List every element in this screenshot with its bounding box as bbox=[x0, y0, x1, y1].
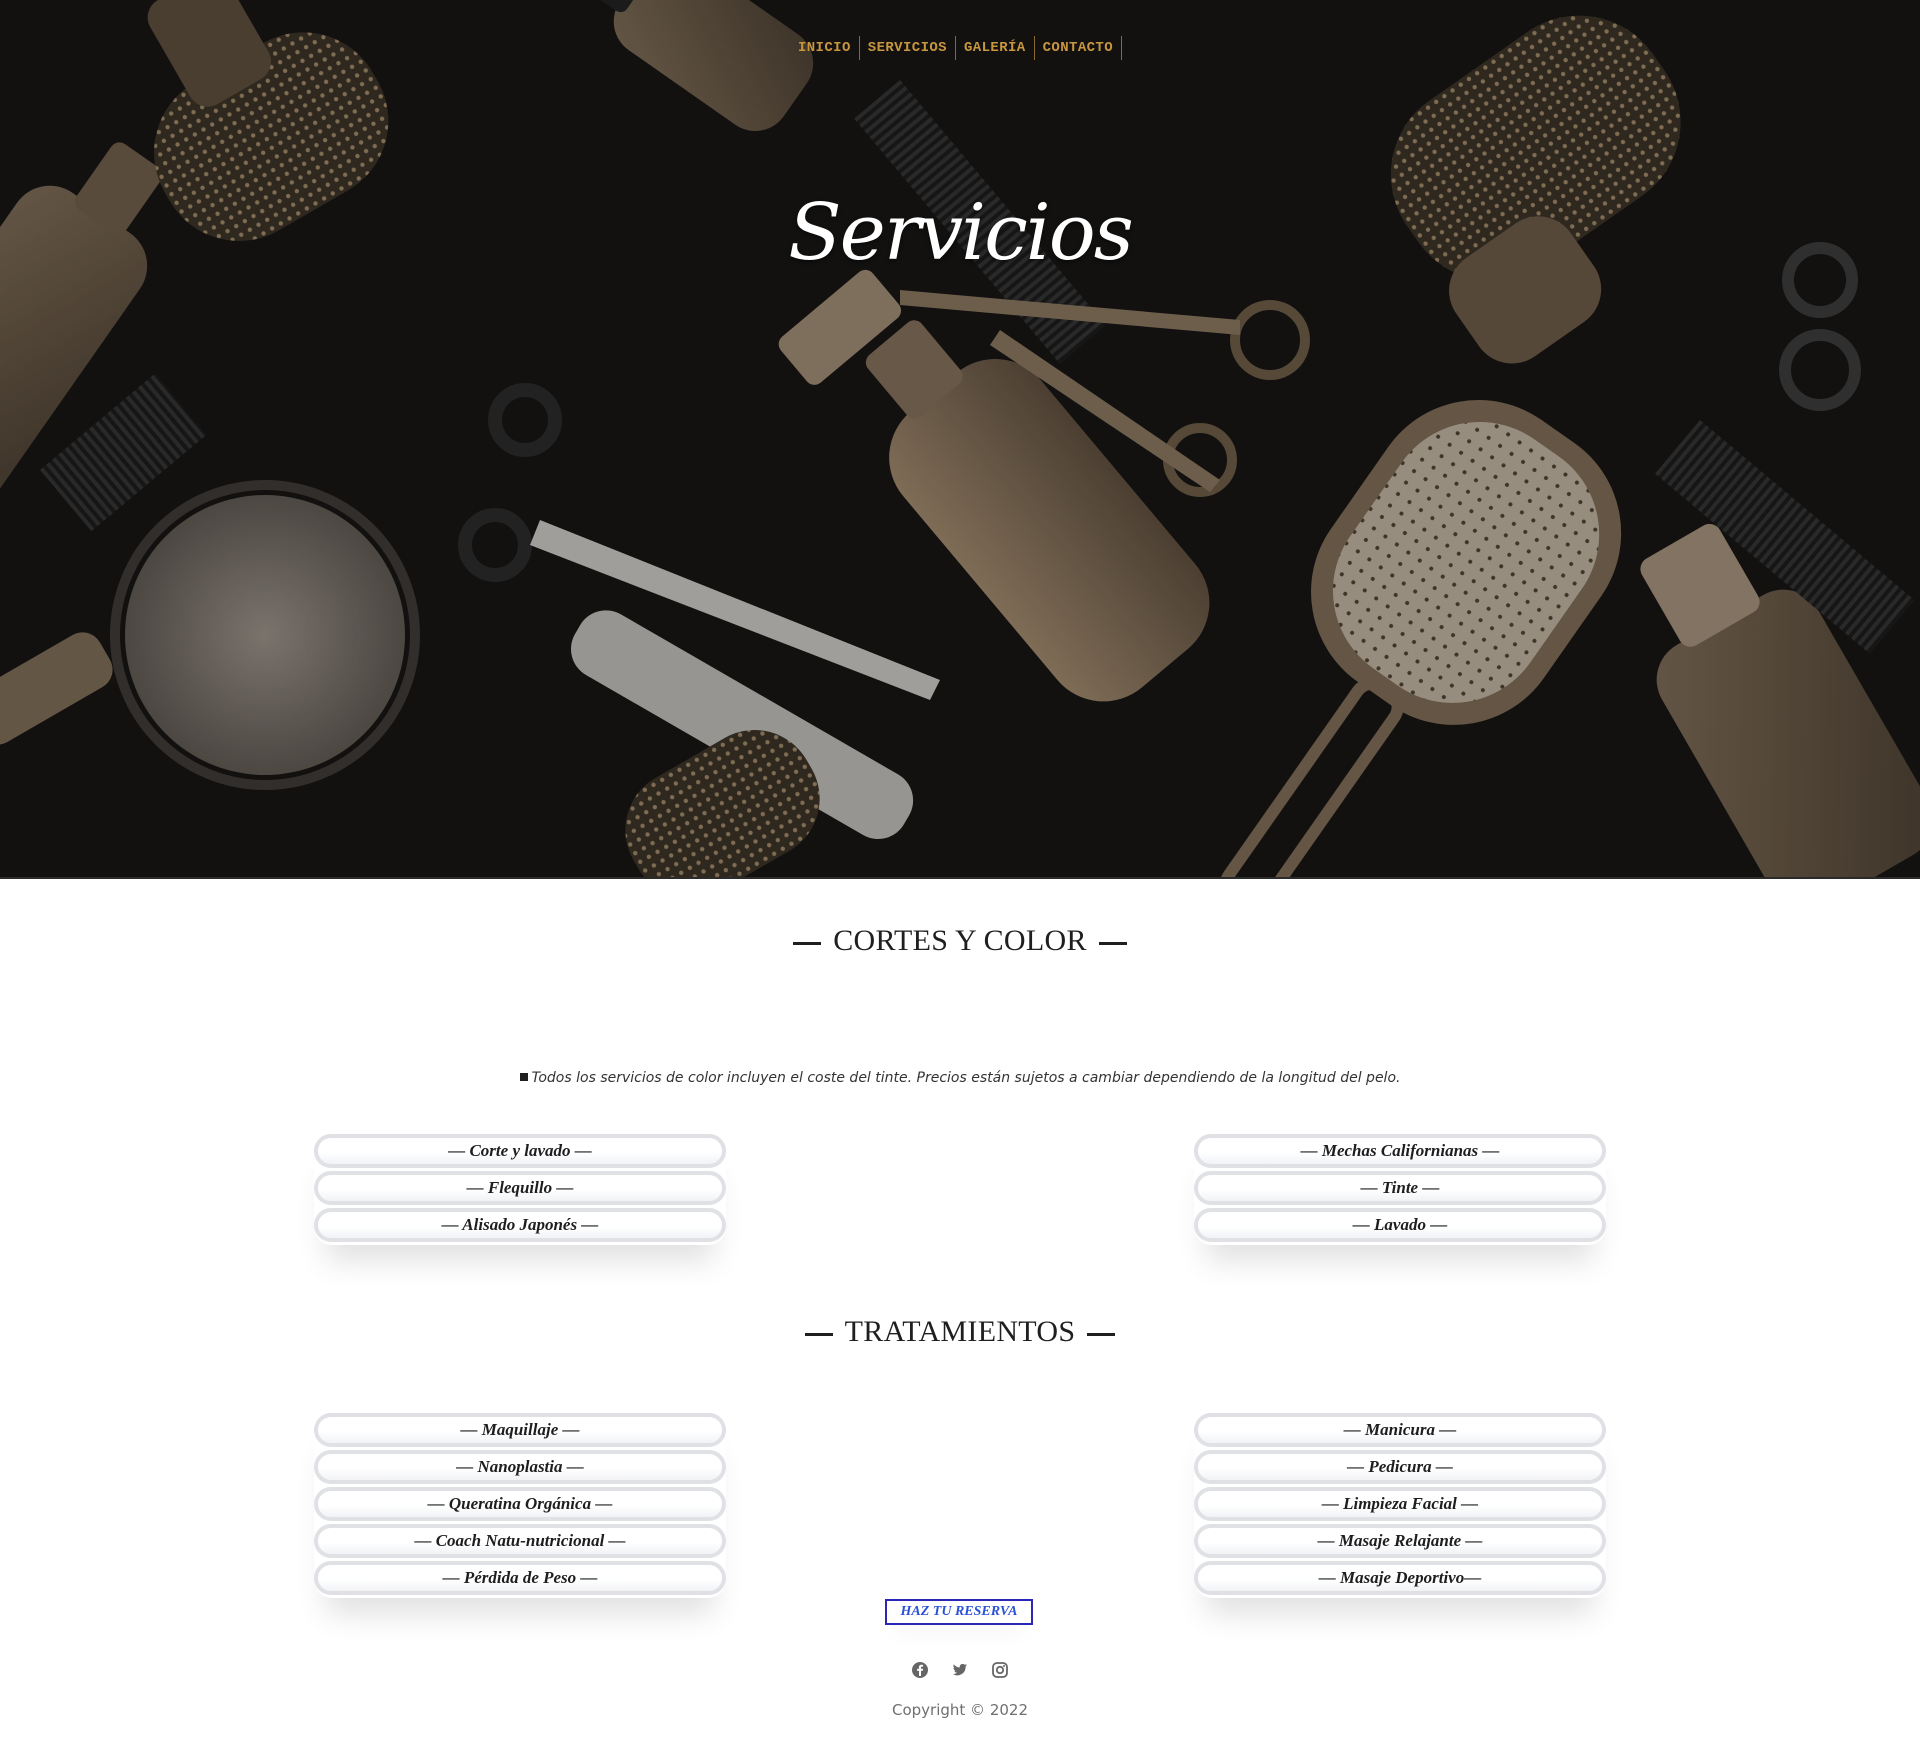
nav-contacto[interactable]: CONTACTO bbox=[1035, 36, 1123, 60]
service-masaje-relajante[interactable]: — Masaje Relajante — bbox=[1194, 1524, 1606, 1558]
twitter-icon[interactable] bbox=[951, 1661, 969, 1679]
service-nanoplastia[interactable]: — Nanoplastia — bbox=[314, 1450, 726, 1484]
service-corte-lavado[interactable]: — Corte y lavado — bbox=[314, 1134, 726, 1168]
service-queratina-organica[interactable]: — Queratina Orgánica — bbox=[314, 1487, 726, 1521]
facebook-icon[interactable] bbox=[911, 1661, 929, 1679]
service-pedicura[interactable]: — Pedicura — bbox=[1194, 1450, 1606, 1484]
service-manicura[interactable]: — Manicura — bbox=[1194, 1413, 1606, 1447]
title-dash-left bbox=[793, 941, 822, 945]
service-flequillo[interactable]: — Flequillo — bbox=[314, 1171, 726, 1205]
main-nav: INICIO SERVICIOS GALERÍA CONTACTO bbox=[0, 36, 1920, 60]
tratamientos-title-text: TRATAMIENTOS bbox=[844, 1315, 1076, 1348]
hero-banner: INICIO SERVICIOS GALERÍA CONTACTO Servic… bbox=[0, 0, 1920, 878]
tratamientos-list-left: — Maquillaje — — Nanoplastia — — Querati… bbox=[314, 1413, 726, 1598]
cortes-title-text: CORTES Y COLOR bbox=[833, 924, 1087, 957]
copyright: Copyright © 2022 bbox=[891, 1701, 1028, 1719]
service-alisado-japones[interactable]: — Alisado Japonés — bbox=[314, 1208, 726, 1242]
cortes-list-right: — Mechas Californianas — — Tinte — — Lav… bbox=[1194, 1134, 1606, 1245]
section-title-cortes: CORTES Y COLOR bbox=[0, 924, 1920, 958]
service-maquillaje[interactable]: — Maquillaje — bbox=[314, 1413, 726, 1447]
nav-galeria[interactable]: GALERÍA bbox=[956, 36, 1035, 60]
hero-divider bbox=[0, 877, 1920, 879]
note-bullet-icon bbox=[519, 1073, 528, 1081]
section-title-tratamientos: TRATAMIENTOS bbox=[0, 1315, 1920, 1349]
service-coach-natu-nutricional[interactable]: — Coach Natu-nutricional — bbox=[314, 1524, 726, 1558]
service-tinte[interactable]: — Tinte — bbox=[1194, 1171, 1606, 1205]
tratamientos-list-right: — Manicura — — Pedicura — — Limpieza Fac… bbox=[1194, 1413, 1606, 1598]
service-lavado[interactable]: — Lavado — bbox=[1194, 1208, 1606, 1242]
title-dash-right bbox=[1087, 1332, 1116, 1336]
nav-inicio[interactable]: INICIO bbox=[790, 36, 860, 60]
service-perdida-de-peso[interactable]: — Pérdida de Peso — bbox=[314, 1561, 726, 1595]
social-links bbox=[0, 1661, 1920, 1679]
service-masaje-deportivo[interactable]: — Masaje Deportivo— bbox=[1194, 1561, 1606, 1595]
note-text: Todos los servicios de color incluyen el… bbox=[531, 1070, 1401, 1086]
title-dash-left bbox=[804, 1332, 833, 1336]
service-mechas-californianas[interactable]: — Mechas Californianas — bbox=[1194, 1134, 1606, 1168]
service-limpieza-facial[interactable]: — Limpieza Facial — bbox=[1194, 1487, 1606, 1521]
cortes-list-left: — Corte y lavado — — Flequillo — — Alisa… bbox=[314, 1134, 726, 1245]
page-title: Servicios bbox=[788, 188, 1134, 278]
title-dash-right bbox=[1098, 941, 1127, 945]
instagram-icon[interactable] bbox=[991, 1661, 1009, 1679]
nav-servicios[interactable]: SERVICIOS bbox=[860, 36, 956, 60]
reserve-button[interactable]: HAZ TU RESERVA bbox=[885, 1599, 1033, 1625]
color-note: Todos los servicios de color incluyen el… bbox=[0, 1070, 1920, 1086]
hero-overlay bbox=[0, 0, 1920, 878]
